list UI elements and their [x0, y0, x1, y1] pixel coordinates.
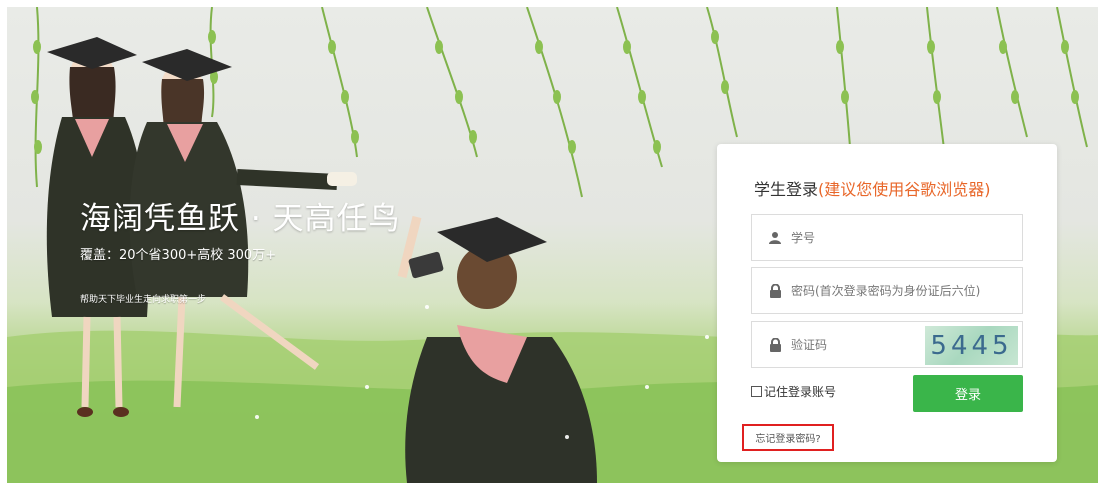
- user-icon: [768, 231, 782, 245]
- username-placeholder: 学号: [791, 231, 816, 245]
- login-title-text: 学生登录: [754, 180, 819, 199]
- remember-label: 记住登录账号: [764, 384, 837, 399]
- remember-account[interactable]: 记住登录账号: [751, 383, 836, 399]
- username-field[interactable]: 学号: [751, 214, 1023, 261]
- login-button[interactable]: 登录: [913, 375, 1023, 412]
- hero-subtitle: 覆盖：20个省300+高校 300万+: [80, 248, 277, 263]
- remember-checkbox[interactable]: [751, 385, 762, 397]
- captcha-field[interactable]: 验证码 5445: [751, 321, 1023, 368]
- captcha-placeholder: 验证码: [791, 338, 828, 352]
- hero-tagline: 帮助天下毕业生走向求职第一步: [80, 295, 207, 305]
- lock-icon: [768, 337, 782, 352]
- captcha-image[interactable]: 5445: [925, 326, 1018, 365]
- password-field[interactable]: 密码(首次登录密码为身份证后六位): [751, 267, 1023, 314]
- captcha-code: 5445: [930, 330, 1013, 361]
- hero-title: 海阔凭鱼跃 · 天高任鸟: [80, 201, 401, 237]
- password-placeholder: 密码(首次登录密码为身份证后六位): [791, 284, 981, 298]
- forgot-password-link[interactable]: 忘记登录密码?: [742, 424, 834, 451]
- login-title: 学生登录(建议您使用谷歌浏览器): [754, 176, 991, 200]
- browser-hint: (建议您使用谷歌浏览器): [818, 180, 991, 199]
- login-card: 学生登录(建议您使用谷歌浏览器) 学号 密码(首次登录密码为身份证后六位) 验证…: [717, 144, 1057, 462]
- lock-icon: [768, 283, 782, 298]
